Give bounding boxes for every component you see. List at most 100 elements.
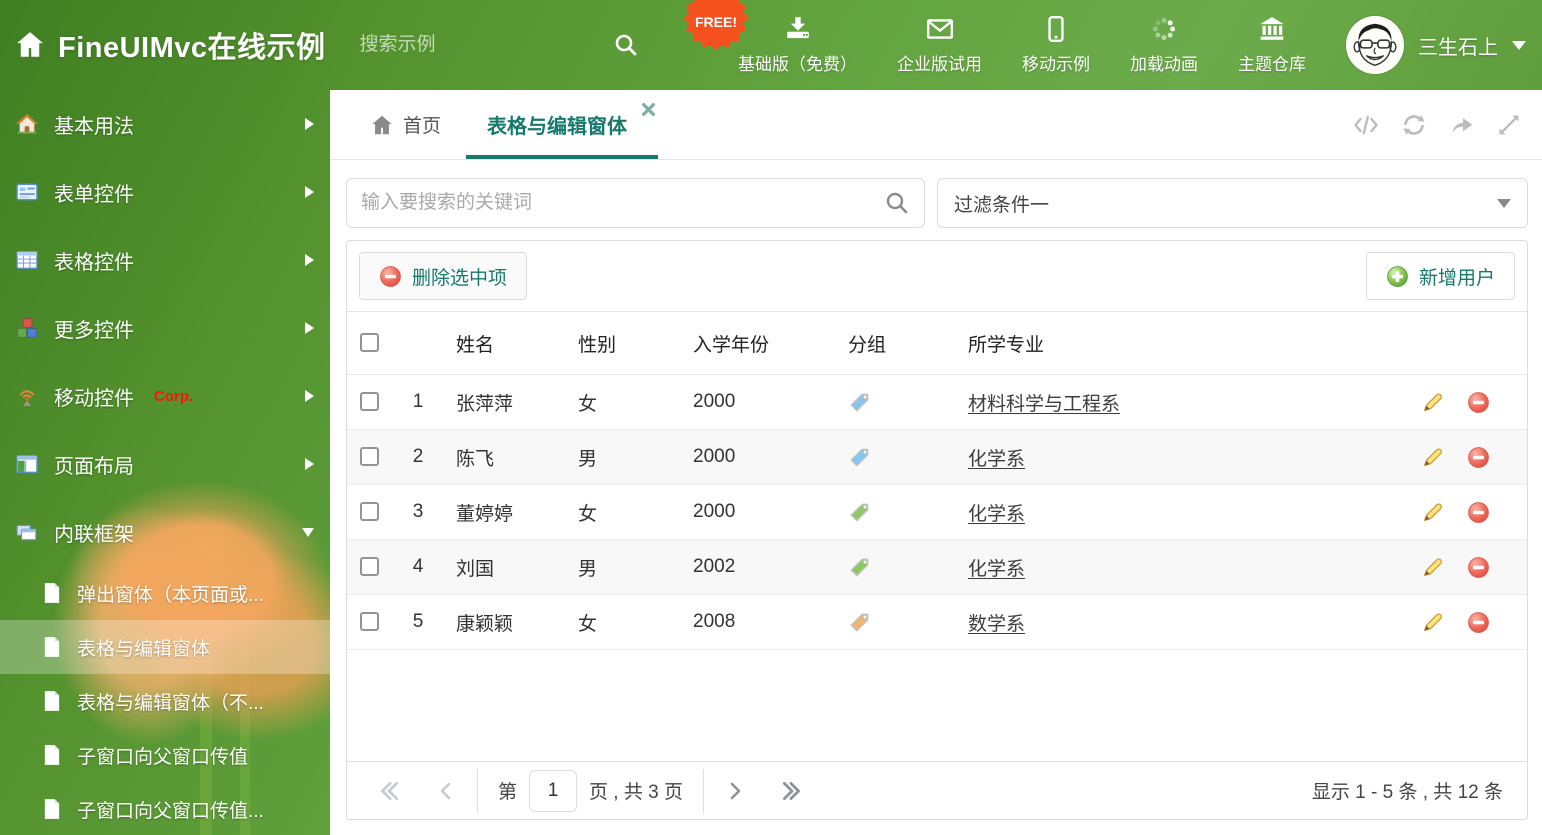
delete-icon[interactable]: [1467, 611, 1490, 634]
major-link[interactable]: 化学系: [968, 504, 1025, 525]
plus-circle-icon: [1386, 265, 1409, 288]
user-menu[interactable]: 三生石上: [1346, 16, 1526, 74]
row-number: 3: [393, 484, 443, 540]
cell-year: 2000: [680, 429, 835, 485]
major-link[interactable]: 化学系: [968, 559, 1025, 580]
delete-selected-button[interactable]: 删除选中项: [359, 252, 528, 300]
share-icon[interactable]: [1448, 112, 1476, 138]
edit-icon[interactable]: [1421, 501, 1444, 524]
sidebar-item-mobile-controls[interactable]: 移动控件 Corp.: [0, 362, 330, 430]
record-summary: 显示 1 - 5 条 , 共 12 条: [1311, 782, 1503, 803]
major-link[interactable]: 材料科学与工程系: [968, 394, 1120, 415]
sidebar-item-iframe[interactable]: 内联框架: [0, 498, 330, 566]
edit-icon[interactable]: [1421, 611, 1444, 634]
sidebar-item-label: 更多控件: [54, 319, 134, 342]
delete-icon[interactable]: [1467, 391, 1490, 414]
sidebar-item-page-layout[interactable]: 页面布局: [0, 430, 330, 498]
table-row: 1 张萍萍 女 2000 材料科学与工程系: [347, 374, 1527, 430]
column-header-group: 分组: [835, 311, 955, 375]
major-link[interactable]: 数学系: [968, 614, 1025, 635]
chevron-right-icon: [305, 390, 314, 402]
tabbar: 首页 表格与编辑窗体: [330, 90, 1542, 160]
filter-row: 过滤条件一: [346, 178, 1528, 228]
sidebar-item-label: 表格控件: [54, 251, 134, 274]
add-user-label: 新增用户: [1418, 267, 1495, 289]
tab-label: 表格与编辑窗体: [487, 116, 628, 138]
sidebar-subitem-popup-window[interactable]: 弹出窗体（本页面或...: [0, 566, 330, 620]
cell-gender: 男: [565, 539, 680, 595]
edit-icon[interactable]: [1421, 391, 1444, 414]
filter-select[interactable]: 过滤条件一: [937, 178, 1528, 228]
expand-icon[interactable]: [1496, 112, 1522, 138]
minus-circle-icon: [379, 265, 402, 288]
avatar[interactable]: [1346, 16, 1404, 74]
sidebar-item-form-controls[interactable]: 表单控件: [0, 158, 330, 226]
search-icon[interactable]: [613, 32, 639, 58]
sidebar-subitem-child-to-parent-2[interactable]: 子窗口向父窗口传值...: [0, 782, 330, 835]
row-checkbox[interactable]: [360, 447, 379, 467]
free-badge-label: FREE!: [695, 14, 737, 30]
nav-basic-download[interactable]: 基础版（免费）: [738, 15, 857, 75]
file-icon: [42, 690, 62, 712]
nav-enterprise-trial[interactable]: 企业版试用: [897, 15, 982, 75]
nav-mobile-demo[interactable]: 移动示例: [1022, 15, 1090, 75]
tab-home[interactable]: 首页: [348, 90, 463, 159]
sidebar-item-more-controls[interactable]: 更多控件: [0, 294, 330, 362]
sidebar-subitem-grid-edit-window-no[interactable]: 表格与编辑窗体（不...: [0, 674, 330, 728]
table-row: 3 董婷婷 女 2000 化学系: [347, 484, 1527, 540]
grid-toolbar: 删除选中项 新增用户: [347, 241, 1527, 311]
sidebar-item-basic-usage[interactable]: 基本用法: [0, 90, 330, 158]
cubes-icon: [16, 317, 38, 339]
phone-icon: [1042, 15, 1070, 43]
nav-loading-animation[interactable]: 加载动画: [1130, 15, 1198, 75]
table-icon: [16, 249, 38, 271]
main-area: 首页 表格与编辑窗体 输入要搜索的关键词 过滤条件一 删除选中项 新增用户 姓名…: [330, 90, 1542, 835]
keyword-search-input[interactable]: [361, 192, 884, 214]
keyword-search-box: [346, 178, 925, 228]
cell-year: 2000: [680, 484, 835, 540]
delete-icon[interactable]: [1467, 501, 1490, 524]
edit-icon[interactable]: [1421, 446, 1444, 469]
pager-divider: [702, 768, 704, 813]
sidebar-subitem-grid-edit-window[interactable]: 表格与编辑窗体: [0, 620, 330, 674]
sidebar-item-label: 页面布局: [54, 455, 134, 478]
row-checkbox[interactable]: [360, 502, 379, 522]
tag-icon: [848, 558, 871, 584]
home-icon[interactable]: [14, 29, 46, 61]
next-page-icon[interactable]: [724, 780, 746, 802]
refresh-icon[interactable]: [1400, 112, 1428, 138]
code-icon[interactable]: [1352, 112, 1380, 138]
last-page-icon[interactable]: [780, 780, 804, 802]
select-all-checkbox[interactable]: [360, 333, 379, 353]
prev-page-icon[interactable]: [435, 780, 457, 802]
sidebar-subitem-child-to-parent[interactable]: 子窗口向父窗口传值: [0, 728, 330, 782]
major-link[interactable]: 化学系: [968, 449, 1025, 470]
tab-grid-edit-window[interactable]: 表格与编辑窗体: [463, 90, 661, 159]
sidebar-subitem-label: 弹出窗体（本页面或...: [77, 584, 264, 606]
search-icon[interactable]: [884, 190, 910, 216]
chevron-down-icon: [302, 527, 314, 537]
column-header-gender: 性别: [565, 311, 680, 375]
sidebar-item-grid-controls[interactable]: 表格控件: [0, 226, 330, 294]
column-header-name: 姓名: [443, 311, 565, 375]
row-checkbox[interactable]: [360, 612, 379, 632]
edit-icon[interactable]: [1421, 556, 1444, 579]
table-row: 4 刘国 男 2002 化学系: [347, 539, 1527, 595]
file-icon: [42, 798, 62, 820]
app-header: FineUIMvc在线示例 FREE! 基础版（免费）: [0, 0, 1542, 90]
header-search-input[interactable]: [359, 34, 605, 56]
row-checkbox[interactable]: [360, 392, 379, 412]
delete-icon[interactable]: [1467, 556, 1490, 579]
nav-theme-repo[interactable]: 主题仓库: [1238, 15, 1306, 75]
username: 三生石上: [1418, 36, 1498, 59]
chevron-right-icon: [305, 118, 314, 130]
tag-icon: [848, 448, 871, 474]
page-number-input[interactable]: [529, 769, 578, 812]
delete-icon[interactable]: [1467, 446, 1490, 469]
close-icon[interactable]: [642, 103, 656, 116]
pager-prefix: 第: [498, 782, 518, 803]
first-page-icon[interactable]: [377, 780, 401, 802]
row-checkbox[interactable]: [360, 557, 379, 577]
add-user-button[interactable]: 新增用户: [1365, 252, 1515, 300]
sidebar-item-label: 基本用法: [54, 115, 134, 138]
